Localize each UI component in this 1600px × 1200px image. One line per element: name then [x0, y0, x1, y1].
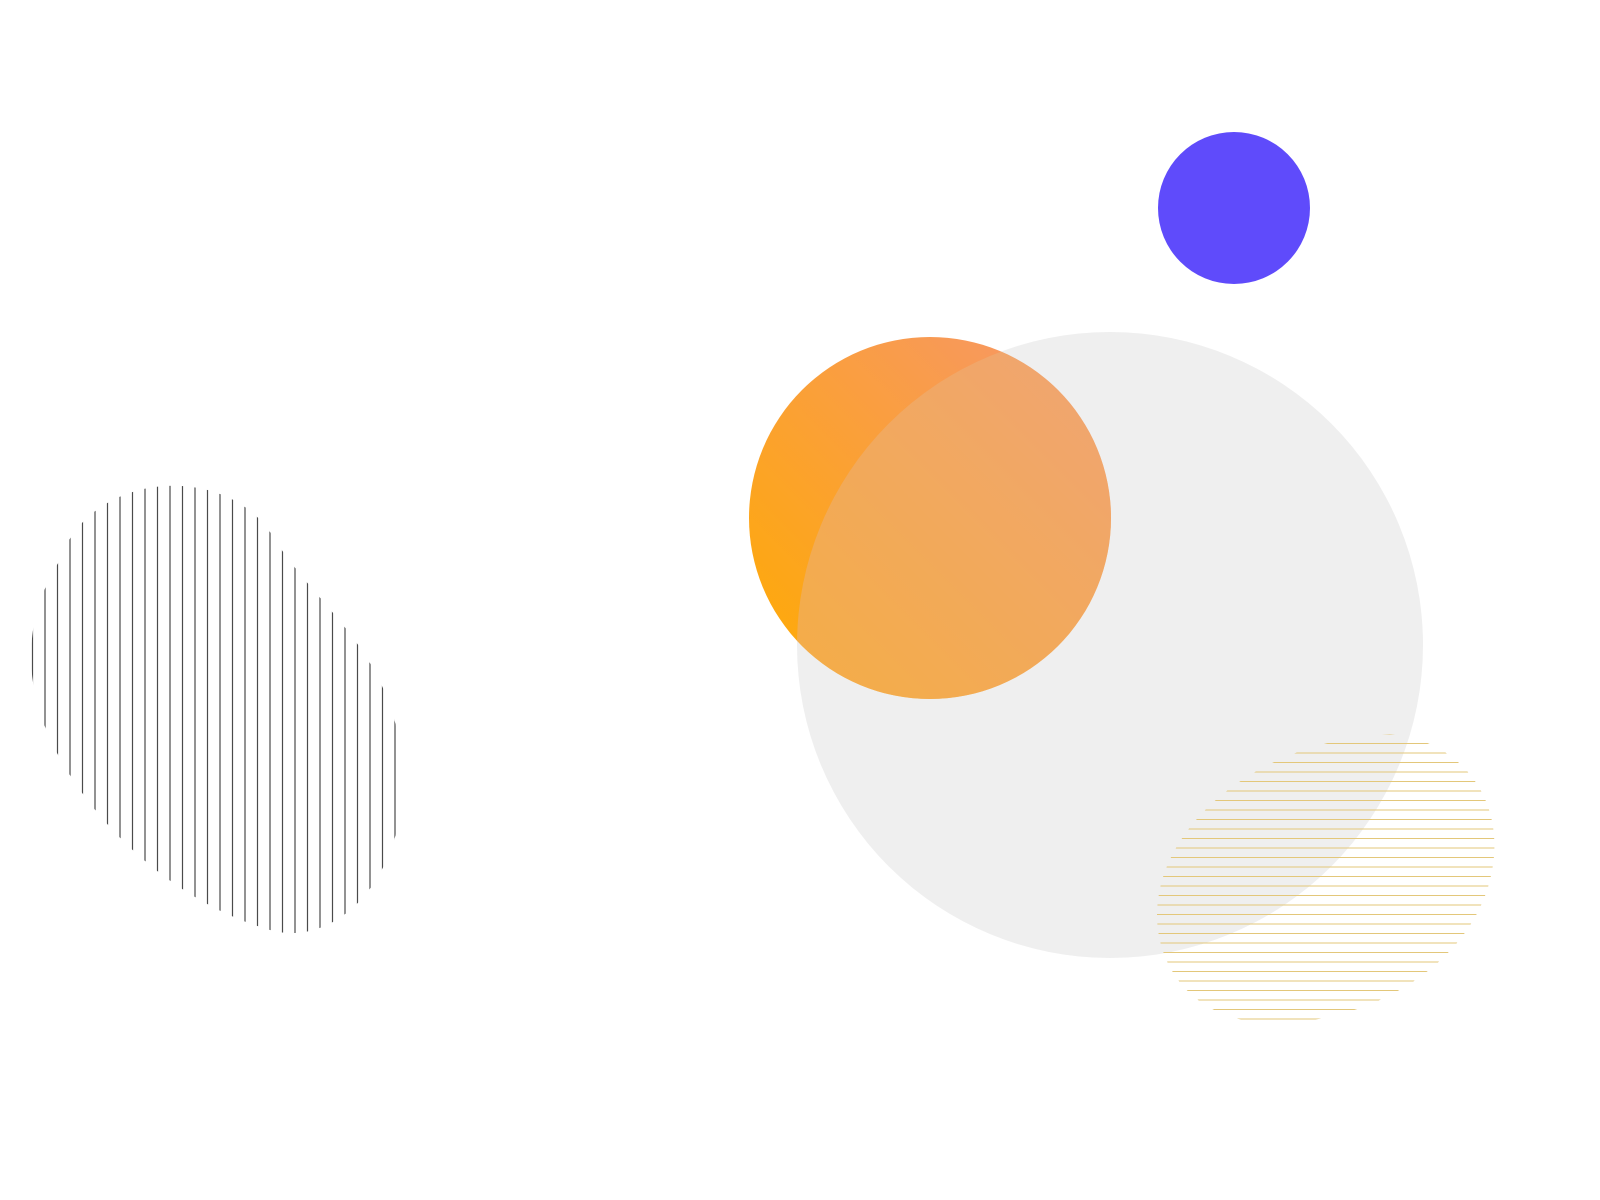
vertical-line-blob	[31, 485, 396, 934]
indigo-circle	[1158, 132, 1310, 284]
decorative-canvas	[31, 132, 1495, 1020]
